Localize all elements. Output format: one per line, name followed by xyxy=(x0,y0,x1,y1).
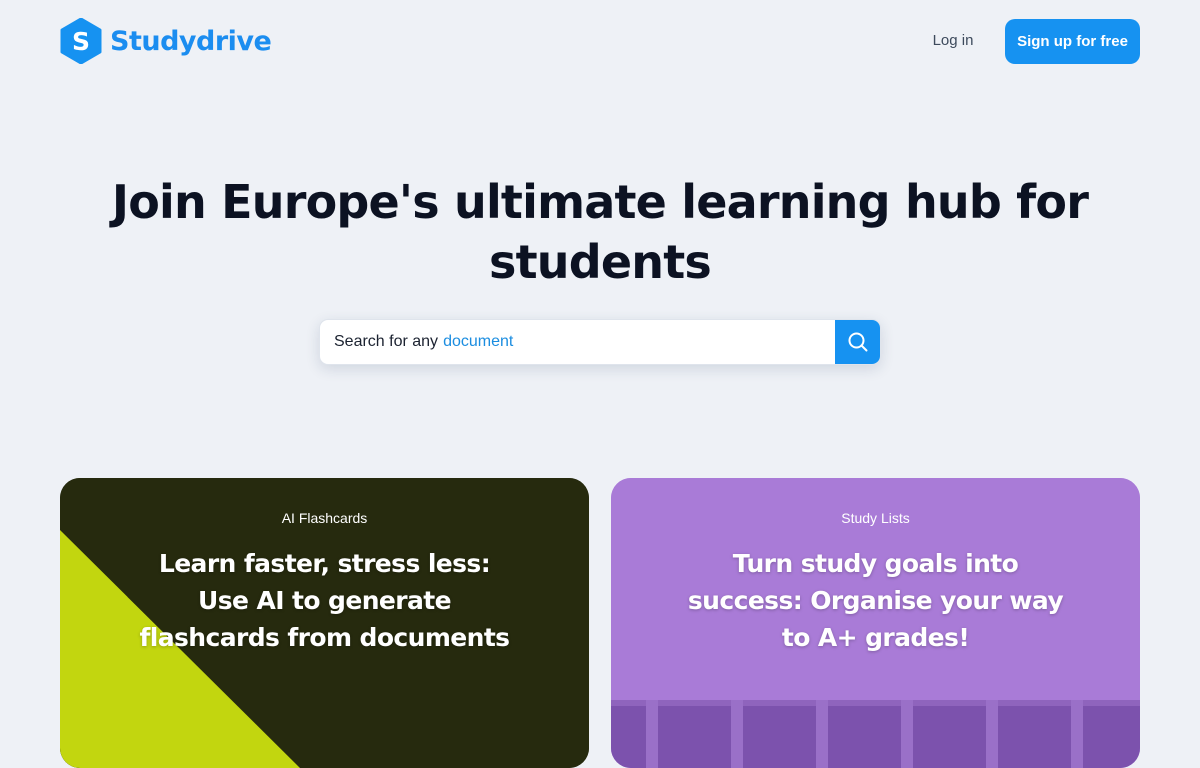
card-title: Learn faster, stress less: Use AI to gen… xyxy=(139,549,511,652)
studydrive-logo[interactable]: S Studydrive xyxy=(60,18,272,64)
card-label: Study Lists xyxy=(841,510,910,526)
search-bar: Search for any document xyxy=(319,319,881,365)
study-lists-card[interactable]: Study Lists Turn study goals into succes… xyxy=(611,478,1140,768)
site-header: S Studydrive Log in Sign up for free xyxy=(0,0,1200,84)
brand-name: Studydrive xyxy=(110,25,272,57)
card-title: Turn study goals into success: Organise … xyxy=(687,549,1064,652)
hero-title: Join Europe's ultimate learning hub for … xyxy=(111,175,1089,289)
search-input[interactable] xyxy=(320,320,835,364)
ai-flashcards-card[interactable]: AI Flashcards Learn faster, stress less:… xyxy=(60,478,589,768)
login-link[interactable]: Log in xyxy=(920,30,986,52)
svg-text:S: S xyxy=(72,27,90,56)
signup-button[interactable]: Sign up for free xyxy=(1005,19,1140,64)
studydrive-logo-icon: S xyxy=(60,18,102,64)
card-label: AI Flashcards xyxy=(281,510,368,526)
search-field: Search for any document xyxy=(320,320,835,364)
search-button[interactable] xyxy=(835,320,880,364)
search-icon xyxy=(848,332,867,352)
